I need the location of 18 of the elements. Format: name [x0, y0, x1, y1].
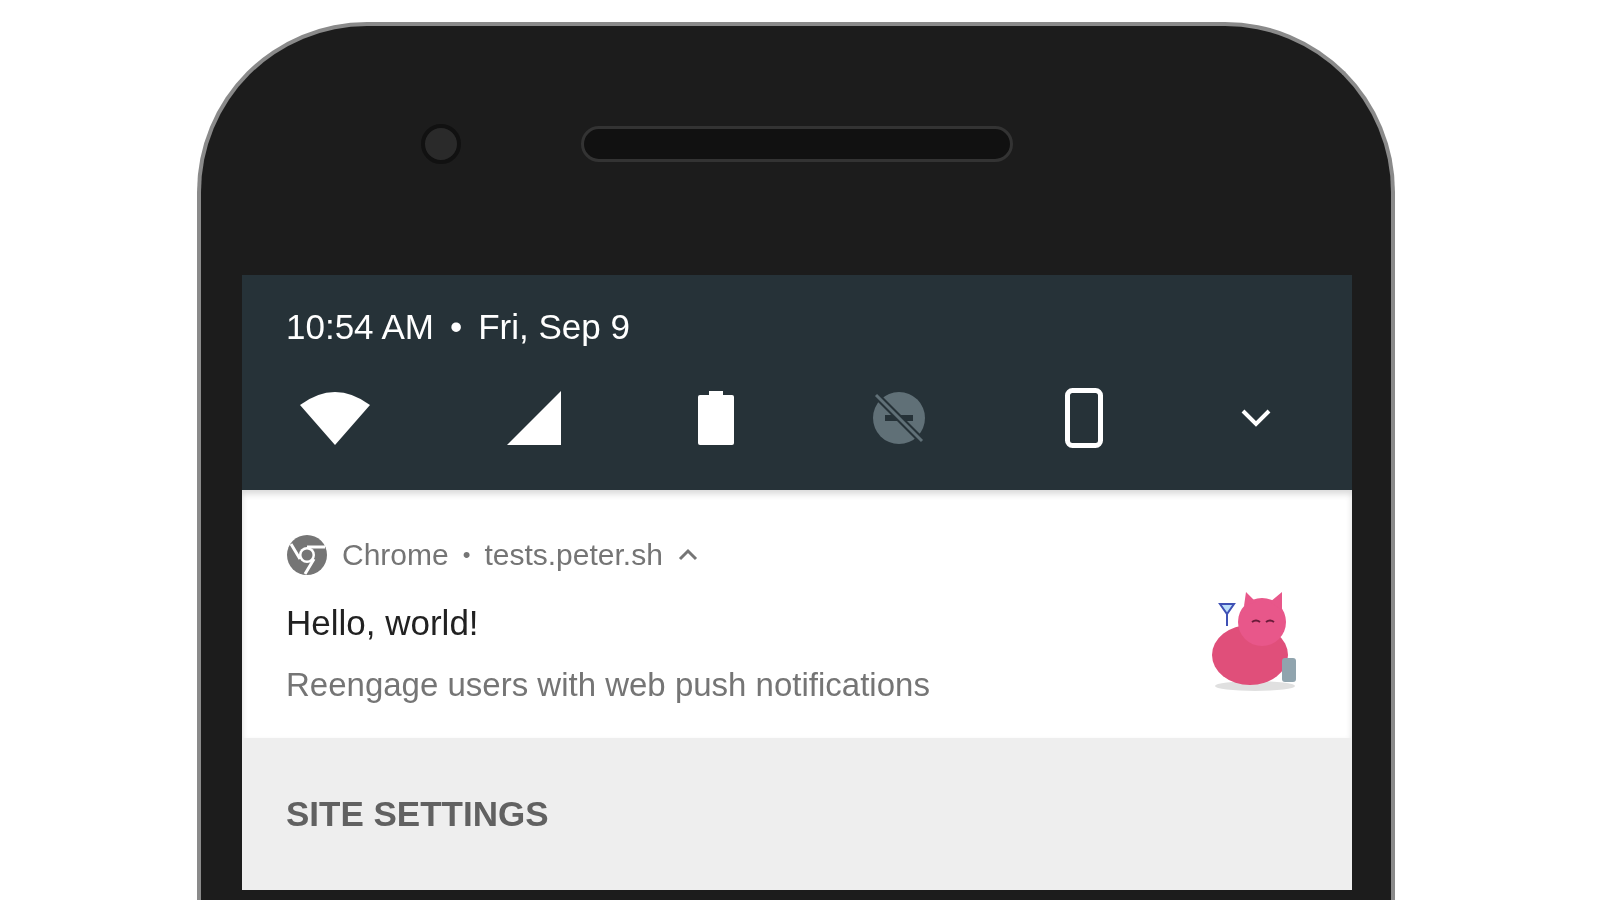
site-url: tests.peter.sh [484, 537, 663, 573]
phone-icon[interactable] [1065, 387, 1104, 448]
signal-icon[interactable] [506, 390, 561, 445]
notification-title: Hello, world! [286, 602, 479, 644]
notification-card[interactable]: Chrome • tests.peter.sh Hello, world! Reengage users with web push notifications [242, 490, 1352, 738]
camera-lens [421, 124, 461, 164]
battery-icon[interactable] [697, 390, 734, 445]
date-text: Fri, Sep 9 [478, 306, 630, 348]
clock-time: 10:54 AM [286, 306, 434, 348]
notification-body: Reengage users with web push notifications [286, 664, 930, 705]
wifi-icon[interactable] [300, 390, 370, 445]
chrome-logo-icon [286, 533, 328, 576]
site-settings-button[interactable]: SITE SETTINGS [286, 788, 549, 841]
chevron-down-icon[interactable] [1240, 407, 1272, 428]
separator-dot: • [449, 306, 463, 348]
caret-icon[interactable] [676, 547, 699, 562]
app-name: Chrome [342, 537, 449, 573]
separator-dot: • [462, 541, 471, 569]
